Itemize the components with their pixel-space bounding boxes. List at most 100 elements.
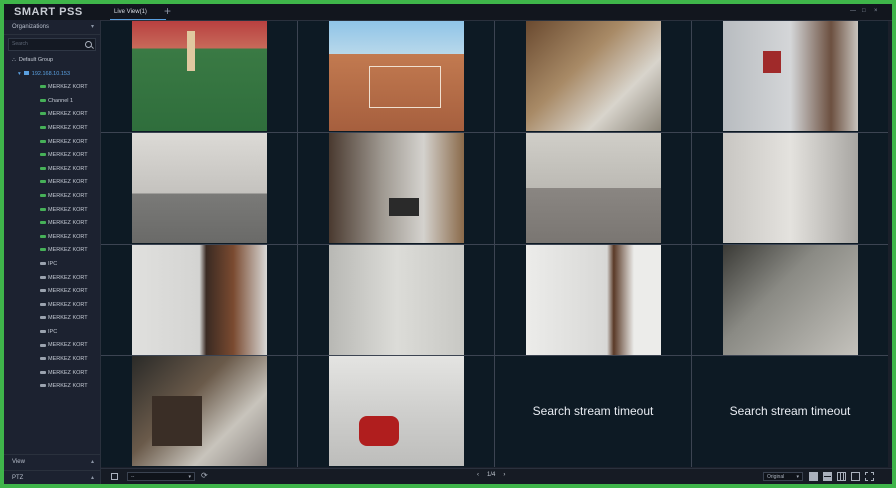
channel-item[interactable]: MERKEZ KORT [4, 339, 100, 353]
video-cell[interactable] [298, 132, 494, 244]
channel-item[interactable]: Channel 1 [4, 95, 100, 109]
channel-label: MERKEZ KORT [48, 138, 88, 145]
video-cell[interactable] [692, 21, 888, 132]
channel-label: MERKEZ KORT [48, 274, 88, 281]
video-cell[interactable] [692, 244, 888, 356]
maximize-icon[interactable]: □ [862, 8, 870, 15]
channel-item[interactable]: MERKEZ KORT [4, 367, 100, 381]
channel-label: Channel 1 [48, 97, 74, 104]
snapshot-icon[interactable] [111, 473, 118, 480]
video-cell[interactable] [101, 244, 297, 356]
sidebar: Organizations ▾ Search ⛬ Default Group ▾ 1… [4, 20, 101, 484]
view-panel-header[interactable]: View ▴ [4, 454, 100, 468]
custom-layout-icon[interactable] [851, 472, 860, 481]
chevron-down-icon[interactable]: ▾ [91, 20, 94, 34]
channel-item[interactable]: MERKEZ KORT [4, 312, 100, 326]
channel-item[interactable]: IPC [4, 326, 100, 340]
camera-feed [723, 132, 858, 243]
layout-grid-icon[interactable] [837, 472, 846, 481]
red-chair [359, 416, 399, 447]
camera-offline-icon [40, 384, 46, 388]
camera-offline-icon [40, 357, 46, 361]
camera-feed [526, 21, 661, 131]
stream-timeout-message: Search stream timeout [729, 404, 851, 419]
refresh-icon[interactable]: ⟳ [201, 472, 208, 480]
channel-item[interactable]: MERKEZ KORT [4, 136, 100, 150]
channel-label: MERKEZ KORT [48, 111, 88, 118]
channel-item[interactable]: MERKEZ KORT [4, 108, 100, 122]
sofa-shape [389, 197, 419, 216]
video-cell[interactable]: Search stream timeout [495, 356, 691, 467]
prev-page-icon[interactable]: ‹ [477, 472, 479, 478]
chevron-up-icon[interactable]: ▴ [91, 455, 94, 469]
close-icon[interactable]: × [874, 8, 882, 15]
ptz-panel-header[interactable]: PTZ ▴ [4, 470, 100, 484]
video-cell[interactable] [495, 132, 691, 244]
video-grid: Search stream timeout Search stream timeo… [101, 21, 888, 467]
channel-label: MERKEZ KORT [48, 315, 88, 322]
organizations-header[interactable]: Organizations ▾ [4, 20, 100, 35]
dropdown-arrow-icon: ▾ [188, 474, 191, 480]
next-page-icon[interactable]: › [503, 472, 505, 478]
channel-item[interactable]: MERKEZ KORT [4, 299, 100, 313]
stream-select[interactable]: -- ▾ [127, 472, 195, 481]
channel-item[interactable]: MERKEZ KORT [4, 204, 100, 218]
video-cell[interactable] [101, 21, 297, 132]
add-tab-icon[interactable]: + [164, 4, 171, 18]
minimize-icon[interactable]: — [850, 8, 858, 15]
red-object [763, 51, 781, 73]
ratio-select[interactable]: Original ▾ [763, 472, 803, 481]
channel-item[interactable]: MERKEZ KORT [4, 244, 100, 258]
channel-item[interactable]: MERKEZ KORT [4, 231, 100, 245]
tree-group-default[interactable]: ⛬ Default Group [4, 54, 100, 68]
channel-item[interactable]: IPC [4, 258, 100, 272]
camera-feed [132, 244, 267, 355]
layout-1-icon[interactable] [809, 472, 818, 481]
tab-live-view[interactable]: Live View(1) [110, 6, 166, 20]
channel-item[interactable]: MERKEZ KORT [4, 122, 100, 136]
camera-online-icon [40, 85, 46, 89]
chevron-up-icon[interactable]: ▴ [91, 471, 94, 484]
camera-offline-icon [40, 343, 46, 347]
video-cell[interactable] [101, 132, 297, 244]
camera-offline-icon [40, 302, 46, 306]
channel-label: MERKEZ KORT [48, 220, 88, 227]
video-cell[interactable] [495, 244, 691, 356]
channel-item[interactable]: MERKEZ KORT [4, 353, 100, 367]
camera-offline-icon [40, 275, 46, 279]
tree-device[interactable]: ▾ 192.168.10.153 [4, 68, 100, 82]
video-cell[interactable]: Search stream timeout [692, 356, 888, 467]
channel-item[interactable]: MERKEZ KORT [4, 81, 100, 95]
channel-item[interactable]: MERKEZ KORT [4, 163, 100, 177]
video-cell[interactable] [298, 21, 494, 132]
channel-item[interactable]: MERKEZ KORT [4, 190, 100, 204]
channel-item[interactable]: MERKEZ KORT [4, 176, 100, 190]
channel-item[interactable]: MERKEZ KORT [4, 149, 100, 163]
video-cell[interactable] [495, 21, 691, 132]
layout-2-icon[interactable] [823, 472, 832, 481]
search-icon[interactable] [85, 41, 92, 48]
camera-feed [723, 21, 858, 131]
video-cell[interactable] [298, 244, 494, 356]
expand-icon[interactable]: ▾ [18, 71, 21, 77]
court-lines [369, 66, 441, 108]
camera-feed [329, 356, 464, 467]
channel-item[interactable]: MERKEZ KORT [4, 217, 100, 231]
channel-label: IPC [48, 328, 58, 335]
channel-label: MERKEZ KORT [48, 124, 88, 131]
channel-item[interactable]: MERKEZ KORT [4, 285, 100, 299]
camera-online-icon [40, 248, 46, 252]
channel-label: MERKEZ KORT [48, 356, 88, 363]
channel-list: MERKEZ KORT Channel 1 MERKEZ KORT MERKEZ KO… [4, 81, 100, 394]
channel-item[interactable]: MERKEZ KORT [4, 272, 100, 286]
app-title: SMART PSS [14, 6, 83, 18]
fullscreen-icon[interactable] [865, 472, 874, 481]
search-input[interactable]: Search [8, 38, 96, 51]
video-cell[interactable] [692, 132, 888, 244]
channel-label: IPC [48, 260, 58, 267]
video-cell[interactable] [101, 356, 297, 467]
channel-label: MERKEZ KORT [48, 84, 88, 91]
video-cell[interactable] [298, 356, 494, 467]
channel-item[interactable]: MERKEZ KORT [4, 380, 100, 394]
ratio-select-value: Original [767, 474, 785, 480]
